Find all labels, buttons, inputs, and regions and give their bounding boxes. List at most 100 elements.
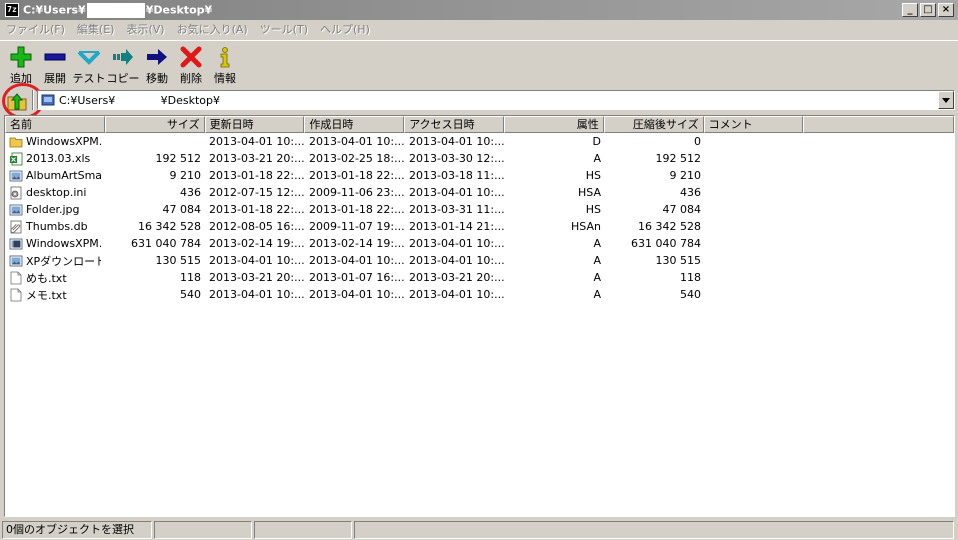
window-controls: _ □ × <box>902 3 954 17</box>
file-name-cell: めも.txt <box>5 270 105 286</box>
file-attributes: HSA <box>578 186 601 199</box>
file-size: 118 <box>180 271 201 284</box>
file-attributes: A <box>593 254 601 267</box>
image-icon <box>9 169 23 183</box>
status-cell-4 <box>354 521 954 539</box>
file-accessed: 2013-04-01 10:... <box>409 288 505 301</box>
up-folder-button[interactable] <box>2 83 44 119</box>
address-bar <box>37 90 955 110</box>
menu-help[interactable]: ヘルプ(H) <box>314 21 376 37</box>
file-packed-size: 0 <box>694 135 701 148</box>
info-label: 情報 <box>214 72 236 85</box>
menu-tools[interactable]: ツール(T) <box>254 21 314 37</box>
column-accessed[interactable]: アクセス日時 <box>404 116 504 133</box>
folder-path-icon <box>41 94 55 106</box>
file-size: 9 210 <box>169 169 202 182</box>
excel-icon <box>9 152 23 166</box>
column-modified[interactable]: 更新日時 <box>204 116 305 133</box>
copy-button[interactable]: コピー <box>106 41 140 86</box>
delete-label: 削除 <box>180 72 202 85</box>
file-modified: 2013-04-01 10:... <box>209 254 305 267</box>
table-row[interactable]: Thumbs.db 16 342 528 2012-08-05 16:... 2009… <box>5 218 954 235</box>
table-row[interactable]: Folder.jpg 47 084 2013-01-18 22:... 2013-01… <box>5 201 954 218</box>
status-cell-3 <box>254 521 352 539</box>
file-name-cell: メモ.txt <box>5 287 105 303</box>
test-button[interactable]: テスト <box>72 41 106 86</box>
info-button[interactable]: 情報 <box>208 41 242 86</box>
maximize-button[interactable]: □ <box>920 3 936 17</box>
move-icon <box>145 45 169 68</box>
db-file-icon <box>9 220 23 234</box>
file-name: AlbumArtSma... <box>26 169 101 182</box>
file-accessed: 2013-03-18 11:... <box>409 169 505 182</box>
address-dropdown-button[interactable] <box>938 91 954 109</box>
extract-button[interactable]: 展開 <box>38 41 72 86</box>
file-attributes: A <box>593 237 601 250</box>
file-size: 47 084 <box>162 203 202 216</box>
file-name: Thumbs.db <box>26 220 88 233</box>
table-row[interactable]: WindowsXPM... 631 040 784 2013-02-14 19:..… <box>5 235 954 252</box>
table-row[interactable]: メモ.txt 540 2013-04-01 10:... 2013-04-01 10:… <box>5 286 954 303</box>
file-list: 名前 サイズ 更新日時 作成日時 アクセス日時 属性 圧縮後サイズ コメント W… <box>4 115 955 517</box>
file-name: XPダウンロード... <box>26 254 101 268</box>
file-attributes: A <box>593 271 601 284</box>
file-created: 2013-04-01 10:... <box>309 288 405 301</box>
file-created: 2013-04-01 10:... <box>309 254 405 267</box>
column-size[interactable]: サイズ <box>104 116 205 133</box>
table-row[interactable]: desktop.ini 436 2012-07-15 12:... 2009-11-0… <box>5 184 954 201</box>
status-cell-2 <box>154 521 252 539</box>
file-created: 2013-01-18 22:... <box>309 169 405 182</box>
file-packed-size: 118 <box>680 271 701 284</box>
column-comment[interactable]: コメント <box>703 116 804 133</box>
file-modified: 2013-04-01 10:... <box>209 135 305 148</box>
close-button[interactable]: × <box>938 3 954 17</box>
extract-icon <box>43 45 67 68</box>
column-packed-size[interactable]: 圧縮後サイズ <box>603 116 704 133</box>
redacted-username <box>86 2 145 18</box>
file-name-cell: 2013.03.xls <box>5 152 105 166</box>
file-attributes: HSAn <box>571 220 601 233</box>
file-modified: 2013-02-14 19:... <box>209 237 305 250</box>
file-size: 130 515 <box>155 254 202 267</box>
move-button[interactable]: 移動 <box>140 41 174 86</box>
menu-file[interactable]: ファイル(F) <box>0 21 71 37</box>
extract-label: 展開 <box>44 72 66 85</box>
column-created[interactable]: 作成日時 <box>304 116 405 133</box>
menu-favorites[interactable]: お気に入り(A) <box>171 21 254 37</box>
file-modified: 2013-01-18 22:... <box>209 169 305 182</box>
file-name: desktop.ini <box>26 186 87 199</box>
file-name: Folder.jpg <box>26 203 80 216</box>
file-name: WindowsXPM... <box>26 237 101 250</box>
delete-button[interactable]: 削除 <box>174 41 208 86</box>
file-name: WindowsXPM... <box>26 135 101 148</box>
table-row[interactable]: AlbumArtSma... 9 210 2013-01-18 22:... 2013… <box>5 167 954 184</box>
table-row[interactable]: WindowsXPM... 2013-04-01 10:... 2013-04-01… <box>5 133 954 150</box>
file-attributes: A <box>593 152 601 165</box>
address-input[interactable] <box>59 93 919 107</box>
status-bar: 0個のオブジェクトを選択 <box>0 520 958 540</box>
file-modified: 2013-01-18 22:... <box>209 203 305 216</box>
table-row[interactable]: 2013.03.xls 192 512 2013-03-21 20:... 2013-… <box>5 150 954 167</box>
menu-edit[interactable]: 編集(E) <box>71 21 121 37</box>
add-button[interactable]: 追加 <box>4 41 38 86</box>
file-modified: 2013-03-21 20:... <box>209 271 305 284</box>
table-row[interactable]: めも.txt 118 2013-03-21 20:... 2013-01-07 16:… <box>5 269 954 286</box>
file-name-cell: Folder.jpg <box>5 203 105 217</box>
file-packed-size: 47 084 <box>662 203 702 216</box>
status-selection: 0個のオブジェクトを選択 <box>2 521 152 539</box>
title-bar: 7z C:¥Users¥ ¥Desktop¥ _ □ × <box>0 0 958 20</box>
column-name[interactable]: 名前 <box>5 116 105 133</box>
file-accessed: 2013-03-30 12:... <box>409 152 505 165</box>
image-icon <box>9 203 23 217</box>
app-icon: 7z <box>5 3 19 17</box>
column-attributes[interactable]: 属性 <box>503 116 604 133</box>
file-packed-size: 9 210 <box>669 169 702 182</box>
table-row[interactable]: XPダウンロード... 130 515 2013-04-01 10:... 2013-… <box>5 252 954 269</box>
column-spacer <box>803 116 954 133</box>
info-icon <box>213 45 237 68</box>
minimize-button[interactable]: _ <box>902 3 918 17</box>
menu-view[interactable]: 表示(V) <box>120 21 170 37</box>
menu-bar: ファイル(F) 編集(E) 表示(V) お気に入り(A) ツール(T) ヘルプ(… <box>0 20 958 38</box>
settings-file-icon <box>9 186 23 200</box>
file-rows: WindowsXPM... 2013-04-01 10:... 2013-04-01… <box>5 133 954 303</box>
